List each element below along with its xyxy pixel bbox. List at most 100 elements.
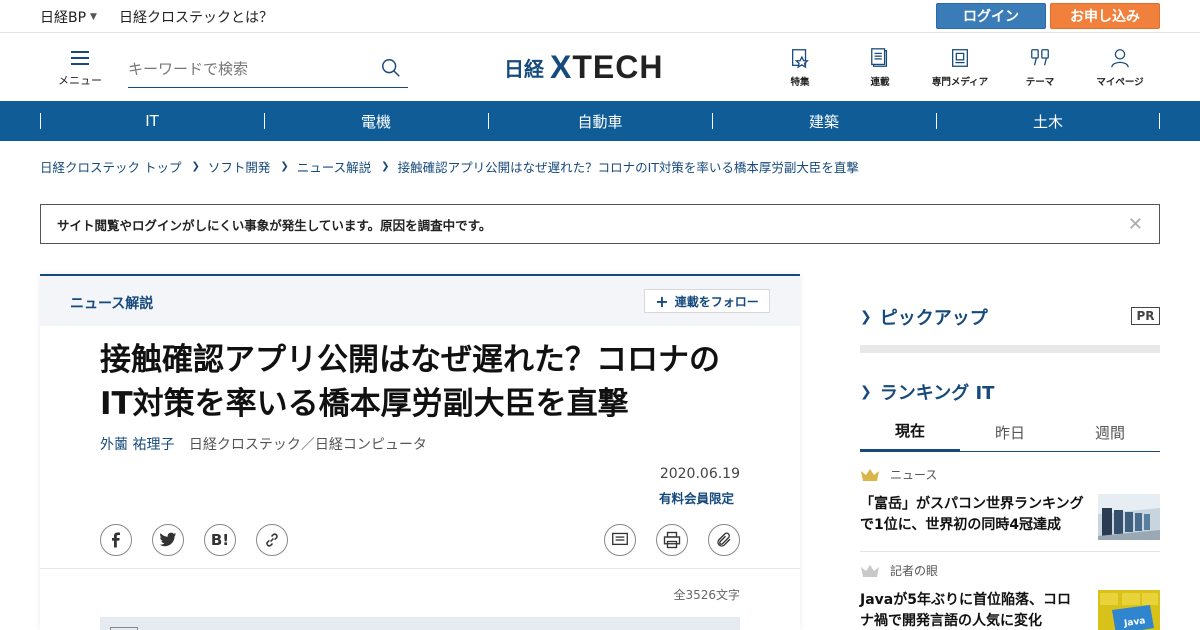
author-link[interactable]: 外薗 祐理子 — [100, 437, 174, 453]
menu-label: メニュー — [58, 74, 102, 87]
chevron-right-icon: ❯ — [280, 161, 289, 172]
plus-icon: + — [655, 291, 669, 311]
category-separator — [1159, 113, 1160, 129]
nav-mypage-label: マイページ — [1096, 77, 1144, 88]
chevron-right-icon: ❯ — [191, 161, 200, 172]
article-card: ニュース解説 + 連載をフォロー 接触確認アプリ公開はなぜ遅れた？コロナのIT対… — [40, 274, 800, 630]
nav-mypage[interactable]: マイページ — [1080, 47, 1160, 88]
about-link[interactable]: 日経クロステックとは？ — [119, 7, 273, 27]
nikkei-bp-dropdown[interactable]: 日経BP ▼ — [40, 7, 97, 27]
search-icon[interactable] — [380, 57, 402, 79]
word-count: 全3526文字 — [673, 588, 740, 602]
nav-feature[interactable]: 特集 — [760, 47, 840, 88]
category-civil[interactable]: 土木 — [936, 101, 1160, 141]
ranking-label: ランキング IT — [879, 383, 995, 404]
logo-x: X — [550, 48, 573, 85]
follow-series-button[interactable]: + 連載をフォロー — [644, 289, 770, 313]
ranking-item-category: ニュース — [860, 466, 1160, 483]
logo-xtech: XTECH — [550, 49, 663, 86]
search-box — [128, 51, 408, 88]
hatena-bookmark-button[interactable]: B! — [204, 524, 236, 556]
site-logo[interactable]: 日経 XTECH — [504, 49, 663, 85]
logo-nikkei: 日経 — [504, 56, 544, 81]
facebook-share-button[interactable] — [100, 524, 132, 556]
tab-weekly[interactable]: 週間 — [1060, 412, 1160, 452]
hatena-icon: B! — [210, 531, 230, 549]
java-keyboard-thumbnail[interactable]: Java — [1098, 590, 1160, 630]
chevron-right-icon: ❯ — [860, 384, 872, 400]
follow-label: 連載をフォロー — [674, 294, 759, 309]
ranking-item-title[interactable]: Javaが5年ぶりに首位陥落、コロナ禍で開発言語の人気に変化 — [860, 590, 1084, 630]
comment-button[interactable] — [604, 524, 636, 556]
category-it[interactable]: IT — [40, 101, 264, 141]
chevron-down-icon: ▼ — [90, 11, 97, 22]
series-icon — [871, 48, 888, 67]
nav-series-label: 連載 — [870, 77, 890, 88]
breadcrumb-news[interactable]: ニュース解説 — [297, 157, 371, 176]
feature-icon — [792, 49, 809, 69]
nav-theme[interactable]: テーマ — [1000, 47, 1080, 88]
twitter-share-button[interactable] — [152, 524, 184, 556]
supercomputer-thumbnail[interactable] — [1098, 494, 1160, 540]
pickup-placeholder — [860, 345, 1160, 353]
nav-feature-label: 特集 — [790, 77, 810, 88]
paid-member-badge: 有料会員限定 — [658, 491, 734, 506]
ranking-item[interactable]: 記者の眼 Javaが5年ぶりに首位陥落、コロナ禍で開発言語の人気に変化 Java — [860, 562, 1160, 630]
facebook-icon — [112, 532, 120, 548]
nav-series[interactable]: 連載 — [840, 47, 920, 88]
crown-icon — [861, 468, 879, 481]
ranking-separator — [860, 551, 1160, 552]
nav-media-label: 専門メディア — [931, 77, 989, 88]
tab-now[interactable]: 現在 — [860, 412, 960, 452]
crown-icon — [861, 564, 879, 577]
top-utility-bar: 日経BP ▼ 日経クロステックとは？ ログイン お申し込み — [0, 0, 1200, 33]
twitter-icon — [159, 532, 177, 547]
apply-button[interactable]: お申し込み — [1050, 3, 1160, 29]
media-icon — [952, 49, 968, 67]
print-icon — [663, 531, 681, 549]
article-header: ニュース解説 + 連載をフォロー — [40, 276, 800, 326]
article-divider — [40, 568, 800, 569]
notice-text: サイト閲覧やログインがしにくい事象が発生しています。原因を調査中です。 — [57, 217, 492, 233]
category-auto[interactable]: 自動車 — [488, 101, 712, 141]
ranking-tabs: 現在 昨日 週間 — [860, 412, 1160, 452]
series-name[interactable]: ニュース解説 — [70, 293, 153, 313]
category-bar: IT 電機 自動車 建築 土木 — [0, 101, 1200, 141]
login-button[interactable]: ログイン — [936, 3, 1046, 29]
ranking-item-category-label: ニュース — [890, 468, 938, 482]
topbar-links: 日経BP ▼ 日経クロステックとは？ — [40, 0, 273, 33]
breadcrumb-soft-dev[interactable]: ソフト開発 — [208, 157, 271, 176]
breadcrumb: 日経クロステック トップ ❯ ソフト開発 ❯ ニュース解説 ❯ 接触確認アプリ公… — [40, 157, 859, 176]
pr-badge: PR — [1131, 307, 1160, 325]
category-architecture[interactable]: 建築 — [712, 101, 936, 141]
nav-media[interactable]: 専門メディア — [920, 47, 1000, 88]
category-electric[interactable]: 電機 — [264, 101, 488, 141]
ranking-item[interactable]: ニュース 「富岳」がスパコン世界ランキングで1位に、世界初の同時4冠達成 — [860, 466, 1160, 540]
chevron-right-icon: ❯ — [860, 309, 872, 325]
ranking-heading[interactable]: ❯ ランキング IT — [860, 379, 994, 405]
breadcrumb-top[interactable]: 日経クロステック トップ — [40, 157, 181, 176]
publication: 日経クロステック／日経コンピュータ — [188, 437, 427, 453]
user-icon — [1111, 49, 1129, 68]
clip-button[interactable] — [708, 524, 740, 556]
link-icon — [266, 533, 278, 547]
byline: 外薗 祐理子 日経クロステック／日経コンピュータ — [100, 434, 427, 454]
article-preview-box — [100, 617, 740, 630]
copy-link-button[interactable] — [256, 524, 288, 556]
print-button[interactable] — [656, 524, 688, 556]
chevron-right-icon: ❯ — [381, 161, 390, 172]
paperclip-icon — [717, 532, 731, 547]
breadcrumb-current[interactable]: 接触確認アプリ公開はなぜ遅れた？コロナのIT対策を率いる橋本厚労副大臣を直撃 — [398, 157, 859, 176]
pickup-label: ピックアップ — [879, 308, 988, 329]
close-icon[interactable]: ✕ — [1128, 214, 1143, 235]
article-headline: 接触確認アプリ公開はなぜ遅れた？コロナのIT対策を率いる橋本厚労副大臣を直撃 — [100, 342, 720, 422]
search-input[interactable] — [128, 51, 368, 87]
ranking-item-title[interactable]: 「富岳」がスパコン世界ランキングで1位に、世界初の同時4冠達成 — [860, 494, 1084, 536]
theme-icon — [1031, 49, 1049, 66]
logo-tech: TECH — [572, 48, 664, 85]
menu-button[interactable]: メニュー — [58, 51, 102, 91]
pickup-heading[interactable]: ❯ ピックアップ — [860, 304, 988, 330]
comment-icon — [612, 532, 628, 546]
ranking-item-category: 記者の眼 — [860, 562, 1160, 579]
tab-yesterday[interactable]: 昨日 — [960, 412, 1060, 452]
